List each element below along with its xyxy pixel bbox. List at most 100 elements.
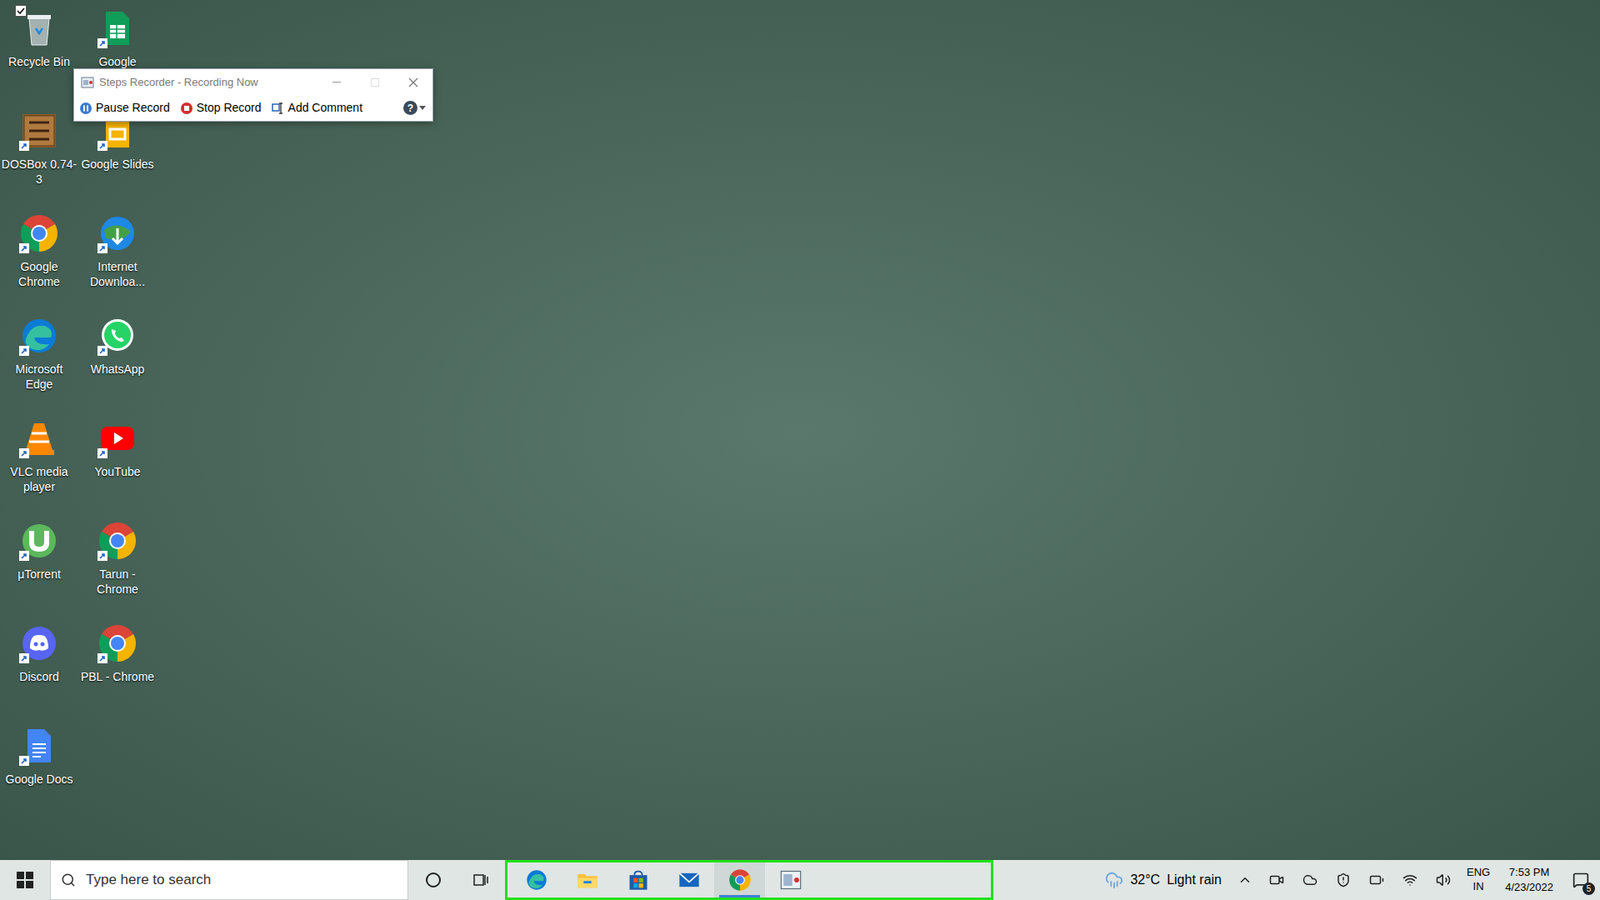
- task-view-icon: [473, 872, 490, 888]
- taskbar-app[interactable]: [510, 862, 562, 898]
- desktop-icon[interactable]: Discord: [0, 615, 79, 718]
- tray-item[interactable]: [1426, 872, 1460, 888]
- desktop-icon[interactable]: Recycle Bin: [0, 0, 79, 103]
- task-view-button[interactable]: [458, 860, 505, 900]
- toolbar: Pause Record Stop Record Add Comment?: [74, 95, 433, 121]
- toolbar-button[interactable]: Stop Record: [178, 99, 264, 117]
- help-button[interactable]: ?: [403, 100, 430, 115]
- desktop-icon[interactable]: Google Chrome: [0, 205, 79, 308]
- desktop-icon[interactable]: YouTube: [78, 410, 157, 513]
- taskbar-app[interactable]: [612, 862, 664, 898]
- check-icon: [16, 6, 25, 15]
- maximize-button: [355, 69, 395, 95]
- desktop-icon[interactable]: WhatsApp: [78, 307, 157, 410]
- volume-icon[interactable]: [1435, 872, 1451, 888]
- minimize-button[interactable]: [317, 69, 356, 95]
- close-button[interactable]: [394, 69, 433, 95]
- desktop-icon[interactable]: PBL - Chrome: [78, 615, 157, 718]
- selection-checkbox[interactable]: [15, 5, 27, 17]
- window-title: Steps Recorder - Recording Now: [99, 74, 259, 91]
- tray-item[interactable]: [1393, 872, 1427, 888]
- shortcut-arrow-icon: [19, 345, 30, 356]
- steps-recorder-icon: [779, 868, 803, 892]
- desktop-icon-label: Internet Downloa...: [79, 260, 156, 290]
- desktop-icon-label: VLC media player: [0, 465, 78, 495]
- shortcut-arrow-icon: [97, 550, 108, 561]
- desktop-icon-label: WhatsApp: [79, 362, 156, 378]
- pinned-apps: [505, 860, 994, 900]
- tray-item[interactable]: [1293, 872, 1327, 888]
- stop-icon: [180, 101, 194, 115]
- recycle-bin-icon: [19, 8, 60, 49]
- chrome-icon: [728, 868, 752, 892]
- shortcut-arrow-icon: [19, 550, 30, 561]
- steps-recorder-icon: [80, 75, 95, 90]
- shortcut-arrow-icon: [97, 345, 108, 356]
- comment-icon: [271, 101, 285, 115]
- shortcut-arrow-icon: [19, 653, 30, 664]
- minimize-icon: [332, 81, 341, 83]
- edge-icon: [525, 868, 549, 892]
- toolbar-button[interactable]: Add Comment: [270, 99, 365, 117]
- desktop-icon[interactable]: Tarun - Chrome: [78, 512, 157, 615]
- desktop-icon-label: Tarun - Chrome: [79, 567, 156, 597]
- weather-widget[interactable]: 32°CLight rain: [1096, 870, 1230, 890]
- tray-item[interactable]: [1260, 872, 1294, 888]
- tray-item[interactable]: [1360, 872, 1394, 888]
- shortcut-arrow-icon: [19, 140, 30, 151]
- show-hidden-icons[interactable]: [1230, 872, 1260, 888]
- security-icon[interactable]: [1335, 872, 1351, 888]
- cortana-icon: [425, 872, 441, 888]
- taskbar: Type here to search 32°CLight rain ENGIN7:…: [0, 860, 1600, 900]
- steps-recorder-window[interactable]: Steps Recorder - Recording Now Pause Reco…: [73, 68, 434, 122]
- desktop-icon-label: Google Docs: [0, 772, 78, 788]
- taskbar-app[interactable]: [561, 862, 613, 898]
- close-icon: [408, 77, 419, 88]
- desktop-icon-label: Google: [79, 55, 156, 70]
- desktop-icon-label: PBL - Chrome: [79, 670, 156, 685]
- language-indicator[interactable]: ENGIN: [1460, 865, 1497, 895]
- desktop-icon[interactable]: Internet Downloa...: [78, 205, 157, 308]
- toolbar-button[interactable]: Pause Record: [77, 99, 172, 117]
- start-button[interactable]: [0, 860, 50, 900]
- desktop-icon[interactable]: μTorrent: [0, 512, 79, 615]
- wifi-icon[interactable]: [1402, 872, 1418, 888]
- desktop-icon[interactable]: Microsoft Edge: [0, 307, 79, 410]
- battery-icon[interactable]: [1369, 872, 1385, 888]
- desktop-icon-label: YouTube: [79, 465, 156, 480]
- chevron-up-icon: [1237, 872, 1253, 888]
- desktop-icon-label: Google Slides: [79, 157, 156, 173]
- dropdown-arrow-icon: [419, 105, 426, 111]
- desktop-icon-label: Google Chrome: [0, 260, 78, 290]
- shortcut-arrow-icon: [97, 38, 108, 49]
- search-box[interactable]: Type here to search: [50, 860, 409, 900]
- title-bar[interactable]: Steps Recorder - Recording Now: [74, 69, 433, 95]
- cortana-button[interactable]: [408, 860, 459, 900]
- desktop-icon[interactable]: VLC media player: [0, 410, 79, 513]
- desktop-icon-label: Recycle Bin: [0, 55, 78, 70]
- shortcut-arrow-icon: [19, 243, 30, 254]
- file-explorer-icon: [575, 868, 600, 892]
- clock[interactable]: 7:53 PM4/23/2022: [1496, 865, 1562, 895]
- onedrive-icon[interactable]: [1302, 872, 1318, 888]
- desktop-icon-label: Discord: [0, 670, 78, 685]
- shortcut-arrow-icon: [97, 448, 108, 459]
- microsoft-store-icon: [626, 868, 650, 892]
- shortcut-arrow-icon: [97, 243, 108, 254]
- taskbar-app[interactable]: [663, 862, 715, 898]
- shortcut-arrow-icon: [19, 755, 30, 766]
- meet-now-icon[interactable]: [1269, 872, 1285, 888]
- desktop-icon[interactable]: DOSBox 0.74-3: [0, 102, 79, 205]
- tray-item[interactable]: [1326, 872, 1360, 888]
- taskbar-app[interactable]: [714, 862, 765, 898]
- shortcut-arrow-icon: [97, 653, 108, 664]
- desktop-icons: Recycle BinGoogle DOSBox 0.74-3Google Sli…: [0, 0, 1600, 820]
- notifications-button[interactable]: 5: [1561, 860, 1600, 900]
- desktop-icon-label: Microsoft Edge: [0, 362, 78, 392]
- maximize-icon: [370, 78, 380, 87]
- taskbar-app[interactable]: [765, 862, 816, 898]
- notification-count: 5: [1582, 882, 1595, 895]
- desktop-icon[interactable]: Google Docs: [0, 717, 79, 820]
- desktop-icon-label: DOSBox 0.74-3: [0, 157, 78, 187]
- pause-icon: [79, 101, 93, 115]
